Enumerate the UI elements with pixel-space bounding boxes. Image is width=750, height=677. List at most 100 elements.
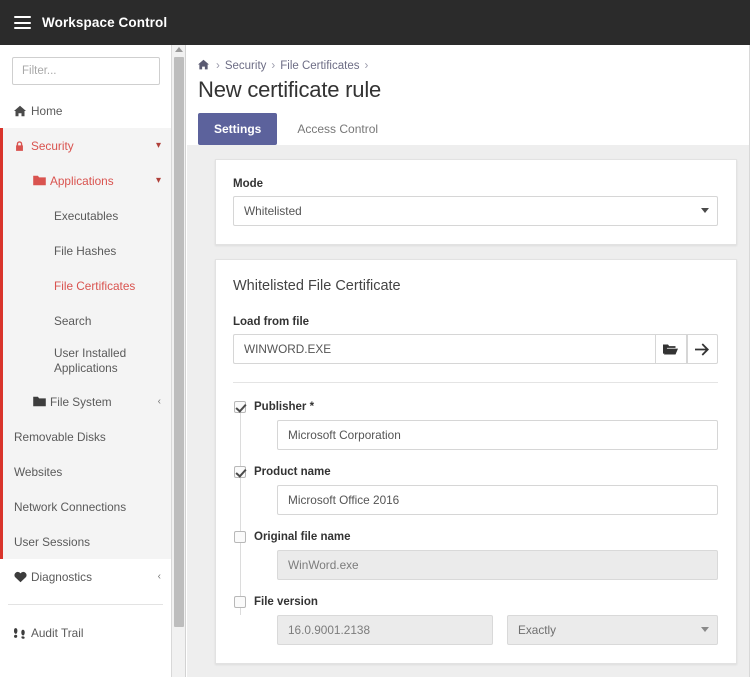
sidebar-item-label: Removable Disks <box>14 429 106 444</box>
hamburger-icon[interactable] <box>14 16 31 29</box>
filter-input[interactable] <box>12 57 160 85</box>
sidebar-item-label: Network Connections <box>14 499 127 514</box>
main-content: › Security › File Certificates › New cer… <box>187 45 750 677</box>
folder-icon <box>33 396 50 407</box>
publisher-input[interactable] <box>277 420 718 450</box>
tab-bar: Settings Access Control <box>198 113 750 145</box>
sidebar-item-label: Executables <box>54 208 119 223</box>
sidebar-item-diagnostics[interactable]: Diagnostics ‹ <box>0 559 171 594</box>
scroll-up-arrow-icon[interactable] <box>175 47 183 52</box>
certificate-fields: Publisher * Product name Original file n… <box>233 401 718 645</box>
sidebar-item-removable-disks[interactable]: Removable Disks <box>3 419 171 454</box>
chevron-left-icon[interactable]: ‹ <box>158 396 161 407</box>
top-bar: Workspace Control <box>0 0 750 45</box>
home-icon <box>14 105 31 117</box>
breadcrumb-separator: › <box>271 60 276 72</box>
original-file-name-checkbox-row: Original file name <box>233 531 718 543</box>
sidebar-item-label: Diagnostics <box>31 569 92 584</box>
sidebar-item-label: User Sessions <box>14 534 91 549</box>
sidebar-item-label: Websites <box>14 464 63 479</box>
sidebar-item-label: File Certificates <box>54 278 136 293</box>
sidebar-item-label: File System <box>50 394 112 409</box>
sidebar-item-search[interactable]: Search <box>22 303 171 338</box>
app-title: Workspace Control <box>42 15 168 30</box>
chevron-down-icon[interactable]: ▾ <box>156 140 161 151</box>
certificate-card: Whitelisted File Certificate Load from f… <box>215 259 737 664</box>
load-from-file-row <box>233 334 719 364</box>
chevron-left-icon[interactable]: ‹ <box>158 571 161 582</box>
sidebar-item-label: File Hashes <box>54 243 117 258</box>
sidebar-scrollbar[interactable] <box>172 45 186 677</box>
mode-card: Mode <box>215 159 737 245</box>
folder-icon <box>33 175 50 186</box>
file-version-checkbox[interactable] <box>234 596 246 608</box>
sidebar: Home Security ▾ Applications ▾ Executabl… <box>0 45 172 677</box>
footprints-icon <box>14 627 31 639</box>
sidebar-item-home[interactable]: Home <box>0 93 171 128</box>
load-from-file-input[interactable] <box>233 334 656 364</box>
product-name-checkbox-row: Product name <box>233 466 718 478</box>
sidebar-item-label: Home <box>31 103 63 118</box>
sidebar-divider <box>8 604 163 605</box>
sidebar-item-user-sessions[interactable]: User Sessions <box>3 524 171 559</box>
certificate-card-title: Whitelisted File Certificate <box>233 278 401 294</box>
file-version-field-block <box>277 615 718 645</box>
main-header: › Security › File Certificates › New cer… <box>187 45 750 145</box>
arrow-right-icon-button[interactable] <box>686 334 719 364</box>
sidebar-item-label: User Installed Applications <box>54 346 127 375</box>
publisher-label: Publisher * <box>254 401 315 413</box>
original-file-name-checkbox[interactable] <box>234 531 246 543</box>
breadcrumb-item-security[interactable]: Security <box>225 60 267 72</box>
breadcrumb-separator: › <box>216 60 220 72</box>
home-icon[interactable] <box>198 59 211 73</box>
sidebar-item-applications[interactable]: Applications ▾ <box>22 163 171 198</box>
file-version-value-col <box>277 615 493 645</box>
sidebar-item-label: Search <box>54 313 92 328</box>
chevron-down-icon[interactable]: ▾ <box>156 175 161 186</box>
sidebar-item-label: Security <box>31 138 74 153</box>
divider <box>233 382 718 383</box>
mode-select-wrap <box>233 196 718 226</box>
product-name-field-block <box>277 485 718 515</box>
sidebar-item-file-certificates[interactable]: File Certificates <box>22 268 171 303</box>
lock-icon <box>14 140 31 152</box>
tab-access-control[interactable]: Access Control <box>281 113 394 145</box>
sidebar-item-network-connections[interactable]: Network Connections <box>3 489 171 524</box>
sidebar-group-security: Security ▾ Applications ▾ Executables Fi… <box>0 128 171 559</box>
cards-container: Mode Whitelisted File Certificate Load f… <box>187 145 750 664</box>
product-name-input[interactable] <box>277 485 718 515</box>
breadcrumb-item-file-certificates[interactable]: File Certificates <box>280 60 359 72</box>
sidebar-item-security[interactable]: Security ▾ <box>3 128 171 163</box>
file-version-match-select[interactable] <box>507 615 718 645</box>
sidebar-item-file-hashes[interactable]: File Hashes <box>22 233 171 268</box>
load-from-file-label: Load from file <box>233 316 310 328</box>
sidebar-item-executables[interactable]: Executables <box>22 198 171 233</box>
product-name-label: Product name <box>254 466 331 478</box>
breadcrumb: › Security › File Certificates › <box>198 59 750 73</box>
publisher-checkbox[interactable] <box>234 401 246 413</box>
sidebar-subgroup-applications: Applications ▾ Executables File Hashes F… <box>3 163 171 419</box>
publisher-checkbox-row: Publisher * <box>233 401 718 413</box>
sidebar-item-label: Audit Trail <box>31 625 84 640</box>
original-file-name-input[interactable] <box>277 550 718 580</box>
file-version-checkbox-row: File version <box>233 596 718 608</box>
product-name-checkbox[interactable] <box>234 466 246 478</box>
sidebar-item-label: Applications <box>50 173 114 188</box>
sidebar-item-audit-trail[interactable]: Audit Trail <box>0 615 171 650</box>
mode-label: Mode <box>233 178 264 190</box>
breadcrumb-separator: › <box>364 60 369 72</box>
original-file-name-field-block <box>277 550 718 580</box>
sidebar-filter-wrap <box>0 45 171 93</box>
heartbeat-icon <box>14 571 31 583</box>
page-title: New certificate rule <box>198 77 382 102</box>
sidebar-item-file-system[interactable]: File System ‹ <box>22 384 171 419</box>
sidebar-item-user-installed-applications[interactable]: User Installed Applications <box>22 338 171 384</box>
mode-select[interactable] <box>233 196 718 226</box>
scrollbar-thumb[interactable] <box>174 57 184 627</box>
file-version-input[interactable] <box>277 615 493 645</box>
file-version-match-col <box>507 615 718 645</box>
sidebar-item-websites[interactable]: Websites <box>3 454 171 489</box>
file-version-label: File version <box>254 596 318 608</box>
tab-settings[interactable]: Settings <box>198 113 278 145</box>
folder-open-icon-button[interactable] <box>655 334 687 364</box>
